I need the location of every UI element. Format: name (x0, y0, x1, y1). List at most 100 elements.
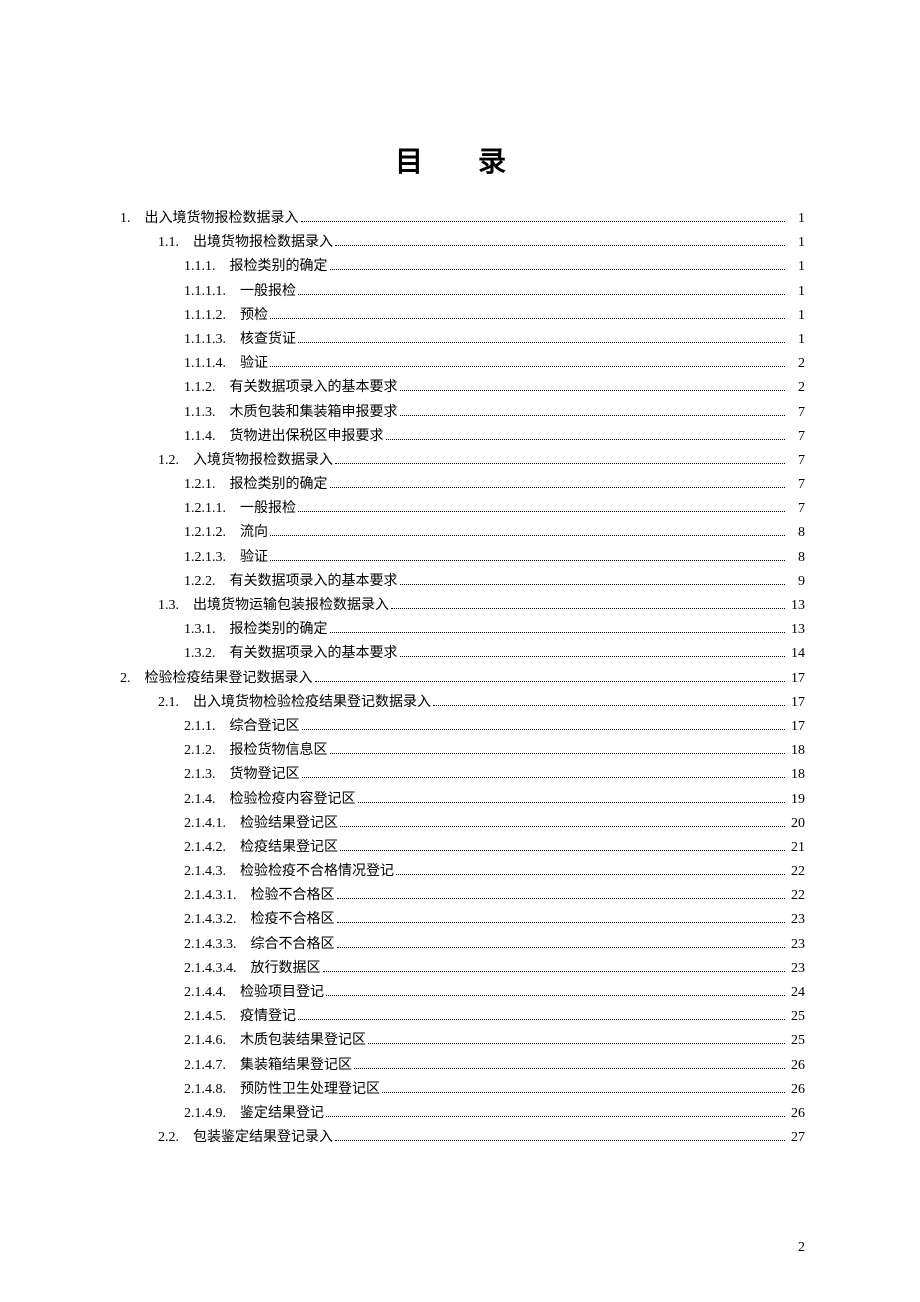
toc-entry-number: 1.1.1.3. (184, 329, 240, 351)
toc-entry-page: 19 (787, 789, 805, 811)
toc-entry-label: 检验检疫内容登记区 (230, 789, 356, 811)
toc-leader-dots (400, 644, 786, 658)
toc-entry: 1.1.1.3.核查货证 1 (120, 329, 805, 351)
toc-entry-number: 1.3. (158, 595, 193, 617)
toc-leader-dots (326, 1103, 785, 1117)
toc-entry-label: 出境货物报检数据录入 (193, 232, 333, 254)
toc-entry: 2.1.4.3.2.检疫不合格区23 (120, 909, 805, 931)
toc-entry: 2.1.4.检验检疫内容登记区19 (120, 789, 805, 811)
toc-entry-label: 有关数据项录入的基本要求 (230, 571, 398, 593)
toc-entry-page: 2 (787, 353, 805, 375)
toc-leader-dots (270, 305, 785, 319)
toc-entry-label: 有关数据项录入的基本要求 (230, 643, 398, 665)
toc-leader-dots (335, 233, 785, 247)
toc-entry-number: 1. (120, 208, 145, 230)
toc-leader-dots (330, 741, 786, 755)
toc-entry-page: 13 (787, 595, 805, 617)
toc-entry: 1.3.1.报检类别的确定13 (120, 619, 805, 641)
toc-entry-number: 2.1.4.6. (184, 1030, 240, 1052)
toc-entry: 1.1.1.4.验证2 (120, 353, 805, 375)
toc-entry-page: 26 (787, 1103, 805, 1125)
page-number: 2 (798, 1240, 805, 1256)
toc-entry-label: 有关数据项录入的基本要求 (230, 377, 398, 399)
toc-entry: 2.1.3.货物登记区18 (120, 764, 805, 786)
toc-entry-page: 1 (787, 281, 805, 303)
toc-entry-page: 8 (787, 547, 805, 569)
toc-entry-label: 预检 (240, 305, 268, 327)
toc-entry-label: 出境货物运输包装报检数据录入 (193, 595, 389, 617)
toc-entry-label: 货物登记区 (230, 764, 300, 786)
toc-entry: 2.1.4.8.预防性卫生处理登记区26 (120, 1079, 805, 1101)
toc-entry-page: 26 (787, 1055, 805, 1077)
toc-entry-number: 1.2.1.1. (184, 498, 240, 520)
page-title: 目 录 (120, 140, 805, 180)
toc-entry-label: 流向 (240, 522, 268, 544)
toc-entry-page: 14 (787, 643, 805, 665)
toc-entry: 1.1.1.1.一般报检1 (120, 281, 805, 303)
toc-entry: 2.2.包装鉴定结果登记录入27 (120, 1127, 805, 1149)
toc-entry: 1.2.1.报检类别的确定7 (120, 474, 805, 496)
toc-entry-label: 综合不合格区 (251, 934, 335, 956)
toc-entry-page: 7 (787, 426, 805, 448)
toc-entry-number: 2.1.4.3.1. (184, 885, 251, 907)
toc-entry-page: 21 (787, 837, 805, 859)
toc-leader-dots (335, 1128, 785, 1142)
toc-entry-number: 2.1.4.3.4. (184, 958, 251, 980)
toc-entry: 2.1.4.9.鉴定结果登记26 (120, 1103, 805, 1125)
toc-entry-page: 20 (787, 813, 805, 835)
toc-entry-number: 2.1.4.3.2. (184, 909, 251, 931)
toc-entry-label: 核查货证 (240, 329, 296, 351)
toc-entry-page: 2 (787, 377, 805, 399)
toc-entry-number: 1.1. (158, 232, 193, 254)
toc-entry-page: 22 (787, 885, 805, 907)
toc-leader-dots (270, 354, 785, 368)
toc-leader-dots (400, 571, 786, 585)
toc-leader-dots (354, 1055, 785, 1069)
toc-entry-label: 报检类别的确定 (230, 256, 328, 278)
toc-entry-page: 1 (787, 329, 805, 351)
toc-entry-number: 2.1.2. (184, 740, 230, 762)
toc-entry-label: 集装箱结果登记区 (240, 1055, 352, 1077)
toc-entry-number: 2.1.4.5. (184, 1006, 240, 1028)
toc-entry-number: 2.1.3. (184, 764, 230, 786)
toc-entry-number: 1.3.2. (184, 643, 230, 665)
toc-entry-number: 2.1.4.4. (184, 982, 240, 1004)
toc-entry: 1.2.1.2.流向8 (120, 522, 805, 544)
toc-entry-page: 8 (787, 522, 805, 544)
toc-leader-dots (270, 547, 785, 561)
toc-entry-page: 25 (787, 1006, 805, 1028)
toc-entry-label: 报检货物信息区 (230, 740, 328, 762)
toc-leader-dots (400, 402, 786, 416)
toc-entry: 2.1.4.1.检验结果登记区20 (120, 813, 805, 835)
toc-entry-number: 2.2. (158, 1127, 193, 1149)
toc-entry: 2.1.出入境货物检验检疫结果登记数据录入17 (120, 692, 805, 714)
toc-entry-page: 13 (787, 619, 805, 641)
toc-leader-dots (323, 958, 786, 972)
toc-entry-number: 2.1.4.2. (184, 837, 240, 859)
toc-entry: 1.2.1.3.验证8 (120, 547, 805, 569)
toc-leader-dots (396, 861, 785, 875)
toc-entry-label: 检疫结果登记区 (240, 837, 338, 859)
toc-entry-label: 入境货物报检数据录入 (193, 450, 333, 472)
toc-entry: 2.1.4.3.1.检验不合格区22 (120, 885, 805, 907)
toc-entry-number: 1.1.1.4. (184, 353, 240, 375)
toc-leader-dots (298, 1007, 785, 1021)
toc-entry-page: 23 (787, 934, 805, 956)
document-page: 目 录 1.出入境货物报检数据录入11.1.出境货物报检数据录入11.1.1.报… (0, 0, 920, 1302)
toc-entry-page: 17 (787, 692, 805, 714)
toc-entry-number: 2.1.4.9. (184, 1103, 240, 1125)
toc-entry-label: 包装鉴定结果登记录入 (193, 1127, 333, 1149)
toc-leader-dots (301, 208, 786, 222)
toc-entry: 2.1.4.4.检验项目登记24 (120, 982, 805, 1004)
toc-entry-page: 17 (787, 668, 805, 690)
toc-entry-label: 综合登记区 (230, 716, 300, 738)
toc-entry-page: 26 (787, 1079, 805, 1101)
toc-leader-dots (330, 474, 786, 488)
toc-entry: 1.1.1.2.预检1 (120, 305, 805, 327)
toc-entry-label: 检验项目登记 (240, 982, 324, 1004)
toc-entry: 1.2.1.1.一般报检7 (120, 498, 805, 520)
toc-leader-dots (433, 692, 785, 706)
toc-entry-label: 出入境货物报检数据录入 (145, 208, 299, 230)
toc-entry-number: 1.1.2. (184, 377, 230, 399)
toc-entry-number: 2.1.4.7. (184, 1055, 240, 1077)
